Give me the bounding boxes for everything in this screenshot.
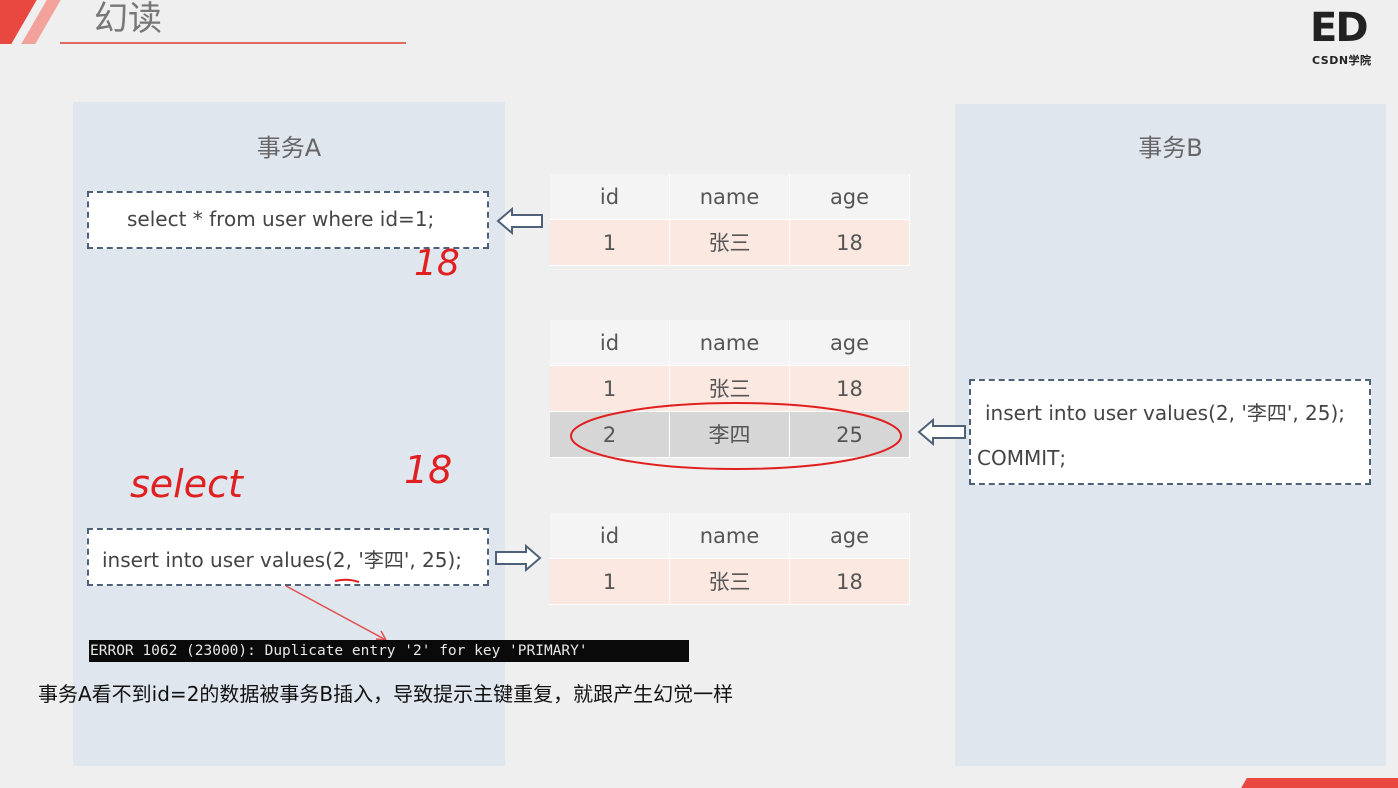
red-underline-mark <box>333 570 361 589</box>
table-cell: 18 <box>790 559 910 605</box>
table-row: 1 张三 18 <box>550 220 911 266</box>
transaction-a-select-box: select * from user where id=1; <box>87 191 489 249</box>
handwritten-select: select <box>130 462 243 506</box>
arrow-right-icon <box>494 543 542 573</box>
table-header-cell: name <box>670 320 790 366</box>
table-cell: 张三 <box>670 559 790 605</box>
table-header-cell: age <box>790 320 910 366</box>
table-header-cell: id <box>550 513 670 559</box>
result-table-3: id name age 1 张三 18 <box>550 513 911 605</box>
transaction-b-title: 事务B <box>1138 134 1203 162</box>
table-header-cell: id <box>550 174 670 220</box>
table-header-row: id name age <box>550 513 911 559</box>
table-row: 1 张三 18 <box>550 559 911 605</box>
table-cell: 18 <box>790 220 910 266</box>
table-header-row: id name age <box>550 174 911 220</box>
transaction-b-insert-box: insert into user values(2, '李四', 25); CO… <box>969 379 1371 485</box>
arrow-left-icon <box>917 417 967 447</box>
table-header-cell: name <box>670 174 790 220</box>
select-sql-text: select * from user where id=1; <box>127 207 435 231</box>
table-header-row: id name age <box>550 320 911 366</box>
highlight-ellipse <box>568 400 908 478</box>
insert-sql-text-a: insert into user values(2, '李四', 25); <box>102 548 463 572</box>
logo-main-text: ED <box>1310 5 1369 51</box>
footer-accent-stripe <box>1241 778 1398 788</box>
table-cell: 1 <box>550 559 670 605</box>
csdn-logo: ED CSDN学院 <box>1310 4 1398 68</box>
table-cell: 张三 <box>670 220 790 266</box>
table-header-cell: age <box>790 513 910 559</box>
table-header-cell: id <box>550 320 670 366</box>
table-header-cell: name <box>670 513 790 559</box>
slide-title: 幻读 <box>94 0 162 39</box>
transaction-a-title: 事务A <box>256 134 322 162</box>
handwritten-18-top: 18 <box>414 243 460 284</box>
table-header-cell: age <box>790 174 910 220</box>
commit-sql-text: COMMIT; <box>977 446 1067 470</box>
result-table-1: id name age 1 张三 18 <box>550 174 911 266</box>
arrow-left-icon <box>496 206 544 236</box>
title-underline <box>60 42 406 44</box>
table-cell: 1 <box>550 220 670 266</box>
mysql-error-output: ERROR 1062 (23000): Duplicate entry '2' … <box>89 640 689 662</box>
logo-sub-text: CSDN学院 <box>1312 54 1372 67</box>
explanation-caption: 事务A看不到id=2的数据被事务B插入，导致提示主键重复，就跟产生幻觉一样 <box>38 682 734 706</box>
handwritten-18-mid: 18 <box>404 448 453 492</box>
insert-sql-text-b: insert into user values(2, '李四', 25); <box>985 401 1346 425</box>
transaction-a-insert-box: insert into user values(2, '李四', 25); <box>87 528 489 586</box>
